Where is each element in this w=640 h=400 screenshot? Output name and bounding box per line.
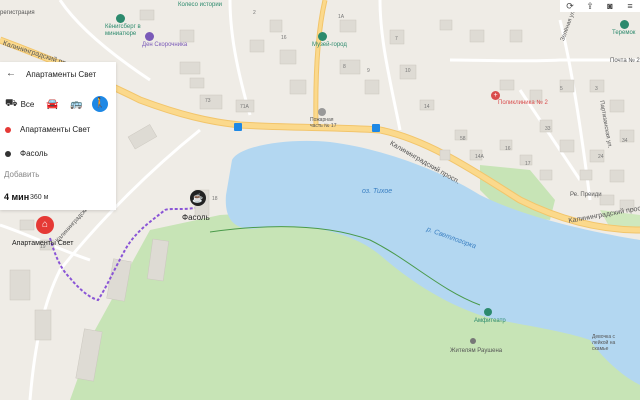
- house-number: 8: [343, 64, 346, 70]
- monument-icon[interactable]: [470, 338, 476, 344]
- house-number: 1А: [338, 14, 345, 20]
- house-number: 9: [367, 68, 370, 74]
- house-number: 14А: [475, 154, 485, 160]
- house-number: 2: [253, 10, 256, 16]
- house-number: 5: [560, 86, 563, 92]
- house-number: 58: [460, 136, 466, 142]
- point-a-dot-icon: [5, 127, 11, 133]
- poi-label-zhitelyam: Жителям Раушена: [450, 348, 503, 354]
- house-number: 3: [595, 86, 598, 92]
- polyclinic-icon[interactable]: +: [491, 91, 500, 100]
- car-bus-icon: ⛟: [5, 97, 18, 109]
- bus-stop-icon-2[interactable]: [372, 124, 380, 132]
- koenigsberg-icon[interactable]: [116, 14, 125, 23]
- route-point-b[interactable]: Фасоль: [0, 144, 116, 164]
- mode-all-label: Все: [20, 99, 35, 109]
- house-number: 7: [395, 36, 398, 42]
- poi-label-teremok: Теремок: [612, 30, 636, 36]
- poi-label-devochka: Девочка с лейкой на скамье: [592, 334, 616, 352]
- house-number: 18: [212, 196, 218, 202]
- map-toolbar: ⟳ ⇪ ◙ ≡: [560, 0, 640, 12]
- camera-icon[interactable]: ◙: [600, 0, 620, 12]
- add-point-button[interactable]: Добавить: [4, 170, 39, 179]
- fire-station-icon[interactable]: [318, 108, 326, 116]
- fasol-pin-icon[interactable]: ☕: [190, 190, 206, 206]
- bus-icon: 🚌: [70, 98, 83, 110]
- poi-label-fire: Пожарная часть № 17: [310, 117, 337, 129]
- poi-label-registration: регистрация: [0, 10, 35, 16]
- house-number: 16: [281, 35, 287, 41]
- bus-stop-icon[interactable]: [234, 123, 242, 131]
- poi-label-amphitheater: Амфитеатр: [474, 318, 506, 324]
- pedestrian-icon[interactable]: 🚶: [92, 96, 108, 112]
- route-summary[interactable]: 4 мин 360 м: [0, 188, 116, 210]
- share-icon[interactable]: ⇪: [580, 0, 600, 12]
- teremok-icon[interactable]: [620, 20, 629, 29]
- house-number: 71А: [240, 104, 250, 110]
- lake-label-tikhoe: оз. Тихое: [362, 188, 393, 195]
- poi-label-apartments: Апартаменты Свет: [12, 240, 74, 247]
- poi-label-museum: Музей-город: [312, 42, 347, 48]
- house-number: 17: [525, 161, 531, 167]
- route-distance: 360 м: [30, 194, 49, 201]
- museum-icon[interactable]: [318, 32, 327, 41]
- mode-car[interactable]: 🚘: [46, 94, 58, 114]
- transport-modes: ⛟ Все 🚘 🚌 🚶: [0, 94, 116, 116]
- route-time: 4 мин: [4, 192, 30, 202]
- point-b-label: Фасоль: [20, 149, 48, 158]
- poi-label-koleso: Колесо истории: [178, 2, 223, 8]
- point-a-label: Апартаменты Свет: [20, 125, 91, 134]
- apartments-pin-icon[interactable]: ⌂: [36, 216, 54, 234]
- poi-label-polyclinic: Поликлиника № 2: [498, 100, 548, 106]
- house-number: 33: [545, 126, 551, 132]
- route-point-a[interactable]: Апартаменты Свет: [0, 120, 116, 140]
- house-number: 24: [598, 154, 604, 160]
- car-icon: 🚘: [46, 98, 59, 110]
- point-b-dot-icon: [5, 151, 11, 157]
- panel-title: Апартаменты Свет: [26, 70, 97, 79]
- street-label-resprenka: Ре. Преиди: [570, 192, 602, 198]
- house-number: 10: [405, 68, 411, 74]
- menu-icon[interactable]: ≡: [620, 0, 640, 12]
- refresh-icon[interactable]: ⟳: [560, 0, 580, 12]
- house-number: 73: [205, 98, 211, 104]
- amphitheater-icon[interactable]: [484, 308, 492, 316]
- house-number: 34: [622, 138, 628, 144]
- mode-bus[interactable]: 🚌: [70, 94, 82, 114]
- house-number: 16: [505, 146, 511, 152]
- mode-all[interactable]: ⛟ Все: [5, 94, 34, 114]
- arrow-left-icon[interactable]: ←: [6, 68, 18, 80]
- poi-label-fasol: Фасоль: [182, 213, 210, 222]
- poi-label-koenigsberg: Кёнигсберг в миниатюре: [105, 24, 141, 37]
- route-panel: ← Апартаменты Свет ⛟ Все 🚘 🚌 🚶 Апартамен…: [0, 62, 116, 210]
- poi-label-den-skorochnika: Ден Скорочника: [142, 42, 188, 48]
- poi-label-pochta: Почта № 2: [610, 58, 640, 64]
- den-skorochnika-icon[interactable]: [145, 32, 154, 41]
- house-number: 14: [424, 104, 430, 110]
